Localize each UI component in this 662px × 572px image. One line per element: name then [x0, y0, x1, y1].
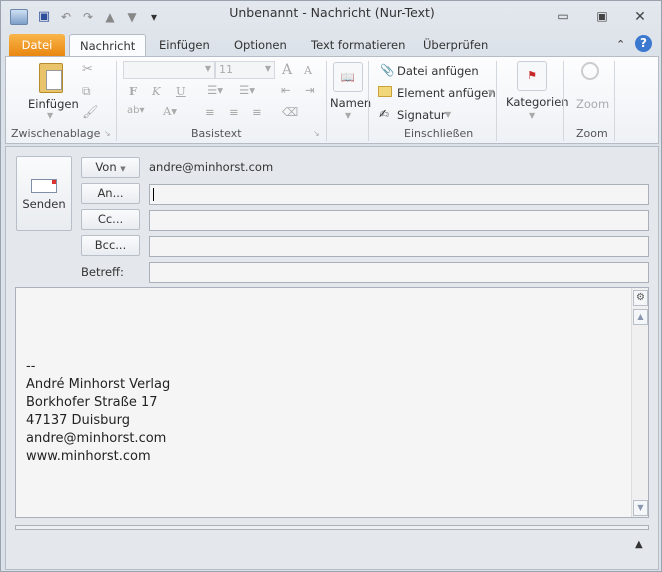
signature-dropdown-icon[interactable]: ▼ [445, 110, 451, 119]
group-label-zwischenablage: Zwischenablage [11, 127, 101, 140]
message-body[interactable]: -- André Minhorst Verlag Borkhofer Straß… [15, 287, 649, 518]
tab-ueberpruefen[interactable]: Überprüfen [413, 34, 498, 56]
ruler-toggle-icon[interactable]: ⚙ [633, 290, 648, 306]
bcc-field[interactable] [149, 236, 649, 257]
font-color-icon[interactable]: A▾ [163, 104, 177, 118]
group-label-einschliessen: Einschließen [404, 127, 474, 140]
scroll-up-button[interactable]: ▲ [633, 309, 648, 325]
zoom-button[interactable]: Zoom [576, 97, 609, 111]
expand-people-pane-icon[interactable]: ▲ [635, 539, 643, 550]
decrease-indent-icon[interactable]: ⇤ [281, 83, 291, 97]
group-separator [116, 61, 117, 141]
from-address: andre@minhorst.com [149, 160, 274, 174]
names-dropdown-icon[interactable]: ▼ [345, 111, 351, 120]
attach-file-button[interactable]: Datei anfügen [397, 64, 479, 78]
font-size-combo[interactable]: 11 ▼ [215, 61, 275, 79]
subject-label: Betreff: [81, 265, 124, 279]
highlight-icon[interactable]: ab▾ [127, 105, 145, 116]
to-field[interactable] [149, 184, 649, 205]
categories-dropdown-icon[interactable]: ▼ [529, 111, 535, 120]
tab-nachricht[interactable]: Nachricht [69, 34, 147, 57]
group-separator [326, 61, 327, 141]
italic-button[interactable]: K [152, 84, 161, 98]
minimize-ribbon-icon[interactable]: ⌃ [616, 38, 625, 51]
scroll-down-button[interactable]: ▼ [633, 500, 648, 516]
tab-datei[interactable]: Datei [9, 34, 65, 56]
help-icon[interactable]: ? [635, 35, 652, 52]
bold-button[interactable]: F [129, 84, 137, 98]
attach-item-dropdown-icon[interactable]: ▼ [488, 88, 494, 97]
message-body-text[interactable]: -- André Minhorst Verlag Borkhofer Straß… [26, 358, 170, 466]
shrink-font-icon[interactable]: A [304, 64, 312, 77]
subject-field[interactable] [149, 262, 649, 283]
clear-formatting-icon[interactable]: ⌫ [282, 105, 298, 119]
send-label: Senden [22, 197, 66, 211]
tab-text-formatieren[interactable]: Text formatieren [301, 34, 415, 56]
group-separator [496, 61, 497, 141]
categories-button[interactable]: Kategorien [506, 95, 569, 109]
increase-indent-icon[interactable]: ⇥ [305, 83, 315, 97]
clipboard-launcher-icon[interactable]: ↘ [104, 129, 111, 138]
copy-icon[interactable]: ⧉ [82, 84, 91, 99]
names-button[interactable]: Namen [330, 96, 371, 110]
group-label-zoom: Zoom [576, 127, 608, 140]
zoom-magnifier-icon[interactable] [581, 62, 599, 80]
paperclip-icon: 📎 [380, 63, 395, 77]
attach-item-icon [378, 86, 392, 97]
format-painter-icon[interactable]: 🖌 [82, 105, 99, 120]
outlook-message-window: ▣ ↶ ↷ ▲ ▼ ▾ Unbenannt - Nachricht (Nur-T… [0, 0, 662, 572]
align-center-icon[interactable]: ≡ [229, 105, 239, 119]
numbering-icon[interactable]: ☰▾ [239, 83, 255, 97]
bullets-icon[interactable]: ☰▾ [207, 83, 223, 97]
group-separator [614, 61, 615, 141]
grow-font-icon[interactable]: A [282, 62, 292, 78]
attach-item-button[interactable]: Element anfügen [397, 86, 496, 100]
category-flag-icon[interactable]: ⚑ [517, 61, 547, 91]
signature-icon: ✍ [379, 107, 390, 121]
address-book-icon[interactable]: 📖 [333, 62, 363, 92]
tab-optionen[interactable]: Optionen [224, 34, 297, 56]
tab-einfuegen[interactable]: Einfügen [149, 34, 220, 56]
group-label-basistext: Basistext [191, 127, 242, 140]
paste-dropdown-icon[interactable]: ▼ [47, 111, 53, 120]
send-button[interactable]: Senden [16, 156, 72, 231]
group-separator [368, 61, 369, 141]
align-right-icon[interactable]: ≡ [252, 105, 262, 119]
text-cursor [153, 188, 154, 201]
underline-button[interactable]: U [176, 84, 186, 98]
close-button[interactable]: ✕ [631, 9, 649, 25]
vertical-scrollbar[interactable]: ⚙ ▲ ▼ [631, 288, 648, 517]
send-envelope-icon [31, 179, 57, 193]
paste-icon[interactable] [39, 63, 63, 93]
paste-button[interactable]: Einfügen [28, 97, 79, 111]
maximize-button[interactable]: ▣ [593, 9, 611, 25]
bcc-button[interactable]: Bcc... [81, 235, 140, 256]
cc-button[interactable]: Cc... [81, 209, 140, 230]
basistext-launcher-icon[interactable]: ↘ [313, 129, 320, 138]
horizontal-divider-bar[interactable] [15, 525, 649, 530]
minimize-button[interactable]: ▭ [554, 9, 572, 25]
font-name-combo[interactable]: ▼ [123, 61, 215, 79]
align-left-icon[interactable]: ≡ [205, 105, 215, 119]
to-button[interactable]: An... [81, 183, 140, 204]
signature-button[interactable]: Signatur [397, 108, 446, 122]
group-separator [563, 61, 564, 141]
cut-icon[interactable]: ✂ [82, 62, 93, 77]
cc-field[interactable] [149, 210, 649, 231]
from-button[interactable]: Von ▼ [81, 157, 140, 178]
